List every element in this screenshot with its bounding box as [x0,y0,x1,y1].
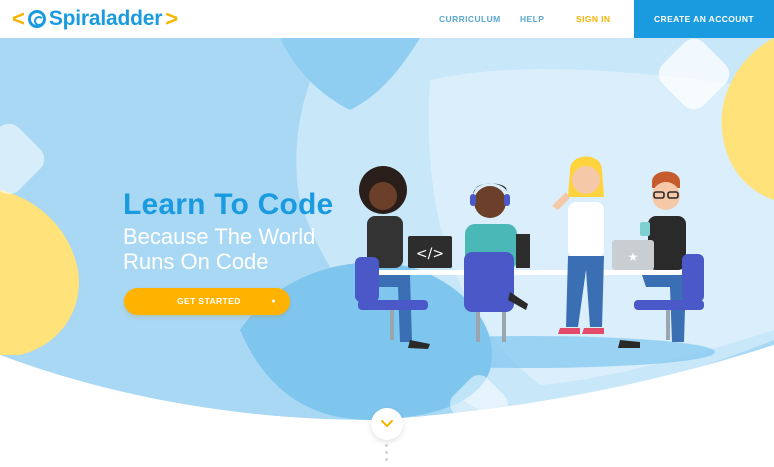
spiral-logo-icon [27,10,46,28]
code-brackets-icon: </> [416,246,444,262]
nav-link-sign-in[interactable]: SIGN IN [576,0,610,38]
scroll-indicator-dots [385,444,389,465]
nav-link-help[interactable]: HELP [520,0,544,38]
button-dot-icon: ● [271,298,276,305]
get-started-label: GET STARTED [177,296,241,306]
star-icon: ★ [628,250,639,264]
brand-name: Spiraladder [48,7,163,30]
hero-headline: Learn To Code [123,188,334,221]
top-navigation-bar: < Spiraladder > CURRICULUM HELP SIGN IN … [0,0,774,38]
person-4: ★ [612,171,704,348]
person-1: </> [355,166,452,349]
get-started-button[interactable]: GET STARTED ● [124,288,290,315]
logo-left-bracket: < [12,6,25,31]
create-account-button[interactable]: CREATE AN ACCOUNT [634,0,774,38]
hero-subheadline: Because The World Runs On Code [123,224,316,274]
team-coding-illustration: </> ★ [345,156,715,368]
hero-section: </> ★ Learn To Code Because The World Ru… [0,38,774,467]
scroll-down-button[interactable] [371,408,403,440]
brand-logo[interactable]: < Spiraladder > [12,6,178,32]
chevron-down-icon [381,420,393,427]
person-3 [552,156,604,334]
logo-right-bracket: > [165,6,179,31]
nav-link-curriculum[interactable]: CURRICULUM [439,0,501,38]
person-2 [464,183,530,342]
